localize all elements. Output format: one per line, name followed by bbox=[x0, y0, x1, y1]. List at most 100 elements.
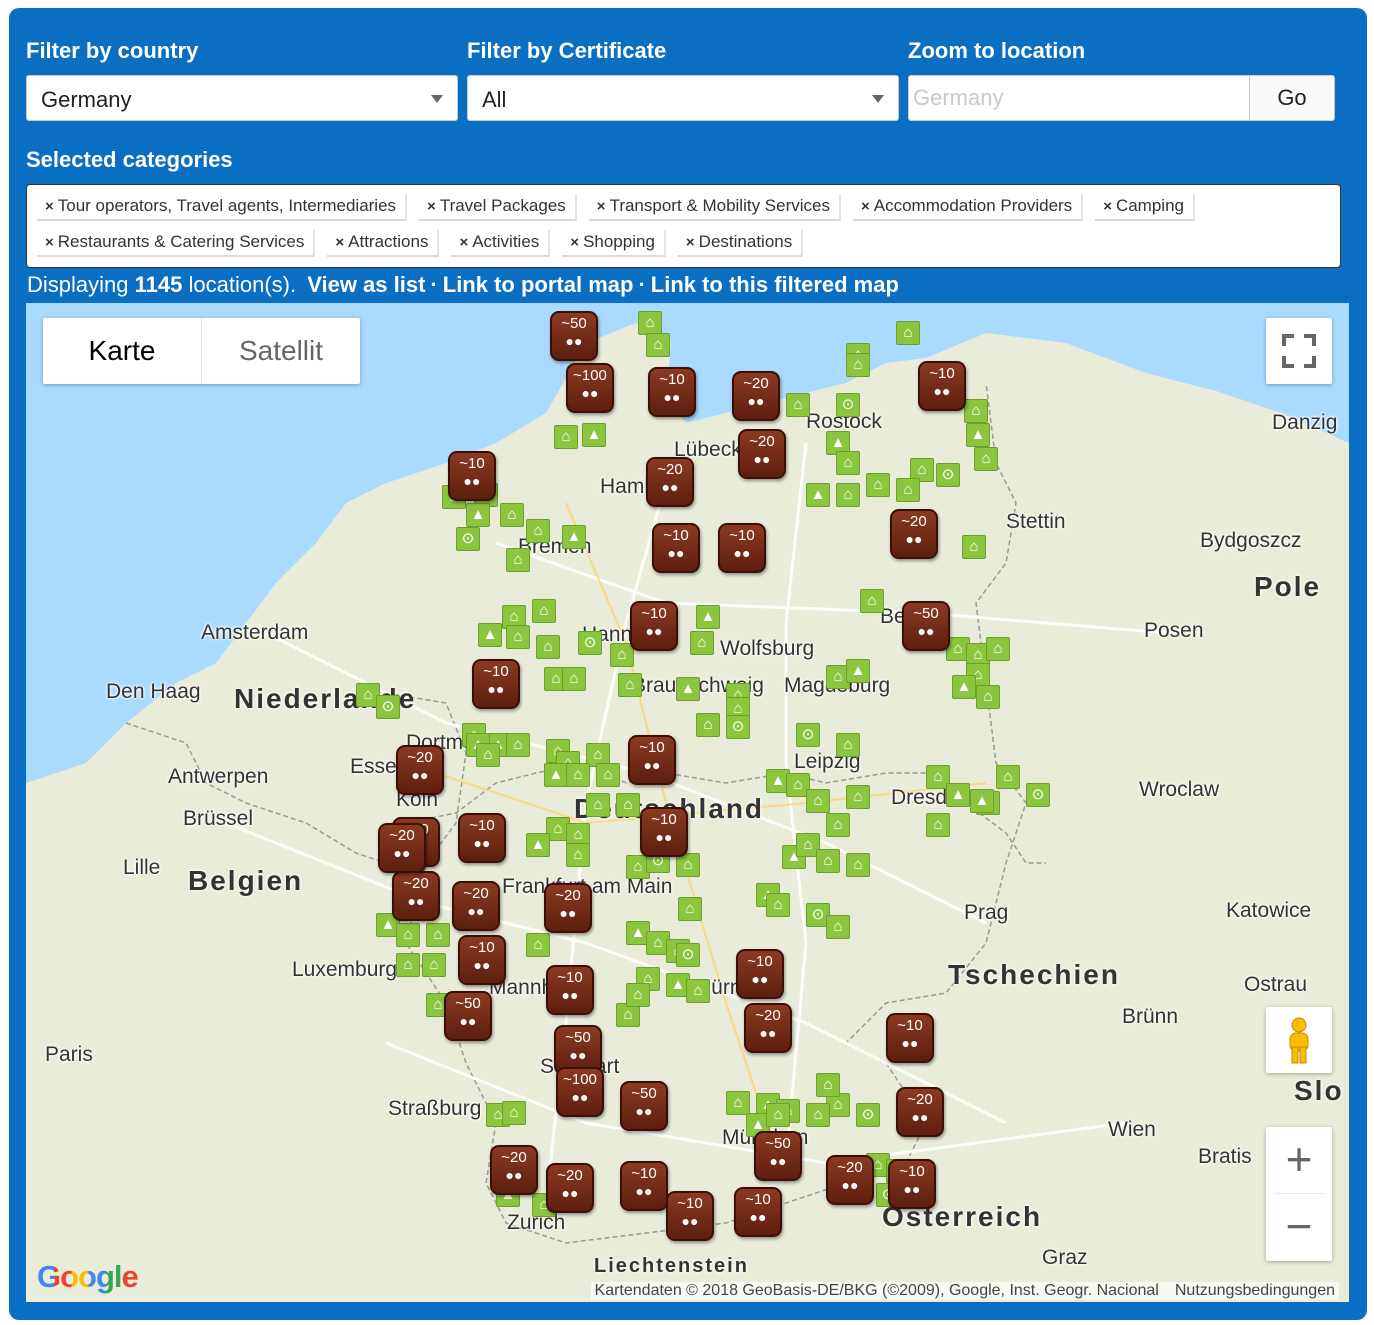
activity-marker-icon[interactable]: ⊙ bbox=[796, 723, 820, 747]
camping-marker-icon[interactable]: ▲ bbox=[696, 605, 720, 629]
camping-marker-icon[interactable]: ▲ bbox=[952, 675, 976, 699]
camping-marker-icon[interactable]: ▲ bbox=[846, 659, 870, 683]
accommodation-marker-icon[interactable]: ⌂ bbox=[476, 743, 500, 767]
category-tag[interactable]: × Travel Packages bbox=[419, 194, 577, 221]
location-cluster[interactable]: ~50 ●● bbox=[902, 601, 950, 651]
activity-marker-icon[interactable]: ⊙ bbox=[578, 631, 602, 655]
view-as-list-link[interactable]: View as list bbox=[307, 272, 425, 297]
accommodation-marker-icon[interactable]: ⌂ bbox=[976, 685, 1000, 709]
accommodation-marker-icon[interactable]: ⌂ bbox=[562, 667, 586, 691]
location-cluster[interactable]: ~10 ●● bbox=[888, 1159, 936, 1209]
location-cluster[interactable]: ~10 ●● bbox=[630, 601, 678, 651]
accommodation-marker-icon[interactable]: ⌂ bbox=[816, 1073, 840, 1097]
accommodation-marker-icon[interactable]: ⌂ bbox=[974, 447, 998, 471]
accommodation-marker-icon[interactable]: ⌂ bbox=[846, 785, 870, 809]
accommodation-marker-icon[interactable]: ⌂ bbox=[726, 1091, 750, 1115]
map-type-satellit-button[interactable]: Satellit bbox=[202, 318, 360, 384]
camping-marker-icon[interactable]: ▲ bbox=[562, 525, 586, 549]
location-cluster[interactable]: ~20●● bbox=[890, 509, 938, 559]
location-cluster[interactable]: ~50 ●● bbox=[620, 1081, 668, 1131]
activity-marker-icon[interactable]: ⊙ bbox=[836, 393, 860, 417]
accommodation-marker-icon[interactable]: ⌂ bbox=[396, 923, 420, 947]
camping-marker-icon[interactable]: ▲ bbox=[970, 789, 994, 813]
remove-tag-icon[interactable]: × bbox=[427, 198, 436, 215]
location-cluster[interactable]: ~20●● bbox=[546, 1163, 594, 1213]
accommodation-marker-icon[interactable]: ⌂ bbox=[586, 793, 610, 817]
accommodation-marker-icon[interactable]: ⌂ bbox=[426, 923, 450, 947]
certificate-select[interactable]: All bbox=[467, 75, 899, 121]
accommodation-marker-icon[interactable]: ⌂ bbox=[618, 673, 642, 697]
accommodation-marker-icon[interactable]: ⌂ bbox=[826, 915, 850, 939]
accommodation-marker-icon[interactable]: ⌂ bbox=[766, 893, 790, 917]
map-canvas[interactable]: Amsterdam Den Haag Antwerpen Brüssel Lille Lu… bbox=[26, 303, 1349, 1302]
accommodation-marker-icon[interactable]: ⌂ bbox=[962, 535, 986, 559]
accommodation-marker-icon[interactable]: ⌂ bbox=[638, 311, 662, 335]
location-cluster[interactable]: ~10 ●● bbox=[736, 949, 784, 999]
remove-tag-icon[interactable]: × bbox=[686, 234, 695, 251]
accommodation-marker-icon[interactable]: ⌂ bbox=[566, 763, 590, 787]
zoom-out-button[interactable]: − bbox=[1266, 1194, 1332, 1260]
accommodation-marker-icon[interactable]: ⌂ bbox=[964, 399, 988, 423]
location-cluster[interactable]: ~10 ●● bbox=[458, 935, 506, 985]
location-cluster[interactable]: ~10 ●● bbox=[640, 807, 688, 857]
location-cluster[interactable]: ~10 ●● bbox=[734, 1187, 782, 1237]
location-cluster[interactable]: ~20●● bbox=[452, 881, 500, 931]
accommodation-marker-icon[interactable]: ⌂ bbox=[506, 548, 530, 572]
location-cluster[interactable]: ~20●● bbox=[732, 371, 780, 421]
location-cluster[interactable]: ~20●● bbox=[396, 745, 444, 795]
accommodation-marker-icon[interactable]: ⌂ bbox=[506, 625, 530, 649]
accommodation-marker-icon[interactable]: ⌂ bbox=[678, 897, 702, 921]
country-select[interactable]: Germany bbox=[26, 75, 458, 121]
accommodation-marker-icon[interactable]: ⌂ bbox=[506, 733, 530, 757]
location-cluster[interactable]: ~10 ●● bbox=[448, 451, 496, 501]
category-tag[interactable]: × Accommodation Providers bbox=[853, 194, 1084, 221]
category-tag[interactable]: × Activities bbox=[451, 230, 551, 257]
accommodation-marker-icon[interactable]: ⌂ bbox=[566, 843, 590, 867]
terms-link[interactable]: Nutzungsbedingungen bbox=[1175, 1282, 1335, 1299]
zoom-control[interactable]: + − bbox=[1266, 1127, 1332, 1261]
accommodation-marker-icon[interactable]: ⌂ bbox=[860, 589, 884, 613]
location-cluster[interactable]: ~10 ●● bbox=[458, 813, 506, 863]
accommodation-marker-icon[interactable]: ⌂ bbox=[396, 953, 420, 977]
accommodation-marker-icon[interactable]: ⌂ bbox=[532, 599, 556, 623]
location-cluster[interactable]: ~20●● bbox=[744, 1003, 792, 1053]
accommodation-marker-icon[interactable]: ⌂ bbox=[646, 333, 670, 357]
location-cluster[interactable]: ~10 ●● bbox=[718, 523, 766, 573]
category-tag[interactable]: × Attractions bbox=[327, 230, 440, 257]
location-cluster[interactable]: ~10 ●● bbox=[472, 659, 520, 709]
category-tag[interactable]: × Tour operators, Travel agents, Intermed… bbox=[37, 194, 408, 221]
accommodation-marker-icon[interactable]: ⌂ bbox=[836, 451, 860, 475]
accommodation-marker-icon[interactable]: ⌂ bbox=[806, 789, 830, 813]
location-cluster[interactable]: ~100 ●● bbox=[556, 1067, 604, 1117]
accommodation-marker-icon[interactable]: ⌂ bbox=[616, 793, 640, 817]
location-cluster[interactable]: ~100 ●● bbox=[566, 363, 614, 413]
map-type-control[interactable]: Karte Satellit bbox=[43, 318, 360, 384]
accommodation-marker-icon[interactable]: ⌂ bbox=[422, 953, 446, 977]
camping-marker-icon[interactable]: ▲ bbox=[466, 503, 490, 527]
camping-marker-icon[interactable]: ▲ bbox=[582, 423, 606, 447]
activity-marker-icon[interactable]: ⊙ bbox=[726, 715, 750, 739]
accommodation-marker-icon[interactable]: ⌂ bbox=[596, 763, 620, 787]
location-cluster[interactable]: ~20●● bbox=[738, 429, 786, 479]
activity-marker-icon[interactable]: ⊙ bbox=[936, 463, 960, 487]
remove-tag-icon[interactable]: × bbox=[335, 234, 344, 251]
accommodation-marker-icon[interactable]: ⌂ bbox=[500, 503, 524, 527]
accommodation-marker-icon[interactable]: ⌂ bbox=[526, 933, 550, 957]
map-type-karte-button[interactable]: Karte bbox=[43, 318, 202, 384]
zoom-in-button[interactable]: + bbox=[1266, 1127, 1332, 1193]
category-tag-box[interactable]: × Tour operators, Travel agents, Intermed… bbox=[26, 184, 1341, 268]
location-cluster[interactable]: ~20●● bbox=[826, 1155, 874, 1205]
location-cluster[interactable]: ~20●● bbox=[392, 871, 440, 921]
location-cluster[interactable]: ~10 ●● bbox=[918, 361, 966, 411]
category-tag[interactable]: × Destinations bbox=[677, 230, 804, 257]
accommodation-marker-icon[interactable]: ⌂ bbox=[766, 1103, 790, 1127]
activity-marker-icon[interactable]: ⊙ bbox=[676, 943, 700, 967]
remove-tag-icon[interactable]: × bbox=[45, 234, 54, 251]
camping-marker-icon[interactable]: ▲ bbox=[544, 763, 568, 787]
camping-marker-icon[interactable]: ▲ bbox=[806, 483, 830, 507]
location-cluster[interactable]: ~20●● bbox=[378, 823, 426, 873]
remove-tag-icon[interactable]: × bbox=[861, 198, 870, 215]
accommodation-marker-icon[interactable]: ⌂ bbox=[846, 353, 870, 377]
location-cluster[interactable]: ~50 ●● bbox=[550, 311, 598, 361]
accommodation-marker-icon[interactable]: ⌂ bbox=[502, 1101, 526, 1125]
